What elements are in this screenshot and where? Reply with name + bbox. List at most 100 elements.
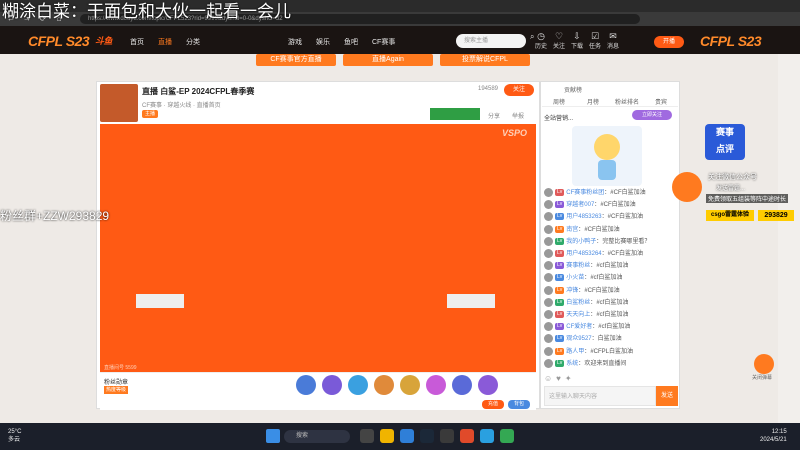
chat-username[interactable]: 系统 xyxy=(566,361,578,367)
nav-live[interactable]: 直播 xyxy=(158,37,172,47)
user-avatar[interactable] xyxy=(544,310,553,319)
fans-icon[interactable]: ♥ xyxy=(556,374,561,383)
floating-chat-label: 关闭弹幕 xyxy=(752,375,773,381)
download-icon[interactable]: ⇩ 下载 xyxy=(570,31,584,50)
fan-level: 热度等级 xyxy=(104,386,129,394)
nav-category[interactable]: 分类 xyxy=(186,37,200,47)
user-avatar[interactable] xyxy=(544,188,553,197)
chrome-icon[interactable] xyxy=(500,429,514,443)
user-avatar[interactable] xyxy=(544,200,553,210)
fan-badge: Lv xyxy=(555,323,565,331)
gift-icon[interactable] xyxy=(426,375,446,395)
taskview-icon[interactable] xyxy=(360,429,374,443)
cfpl-logo: CFPL S23 xyxy=(28,33,90,49)
app-icon[interactable] xyxy=(460,429,474,443)
user-avatar[interactable] xyxy=(544,273,553,283)
start-icon[interactable] xyxy=(266,429,280,443)
banner-button-2[interactable]: 直播Again xyxy=(343,54,433,66)
clock[interactable]: 12:15 2024/5/21 xyxy=(760,428,787,444)
gift-icon[interactable] xyxy=(348,375,368,395)
app-icon[interactable] xyxy=(440,429,454,443)
chat-message: Lv 观众9527：白鲨加油 xyxy=(544,334,678,345)
banner-button-3[interactable]: 投票解说CFPL xyxy=(440,54,530,66)
nav-game[interactable]: 游戏 xyxy=(288,37,302,47)
user-avatar[interactable] xyxy=(544,249,553,258)
user-avatar[interactable] xyxy=(544,212,553,222)
user-avatar[interactable] xyxy=(544,297,553,307)
emoji-icon[interactable]: ☺ xyxy=(544,374,552,383)
chat-username[interactable]: 穿越者007 xyxy=(566,202,594,208)
tab-week[interactable]: 周榜 xyxy=(542,97,576,106)
gift-icon[interactable] xyxy=(478,375,498,395)
nav-home[interactable]: 首页 xyxy=(130,37,144,47)
nav-cf-event[interactable]: CF赛事 xyxy=(372,37,395,47)
gift-mini-icon[interactable]: ✦ xyxy=(565,374,572,383)
follow-button[interactable]: 关注 xyxy=(504,84,534,96)
nav-yuba[interactable]: 鱼吧 xyxy=(344,37,358,47)
chat-username[interactable]: 小火苗 xyxy=(566,275,584,281)
chat-tools: ☺ ♥ ✦ xyxy=(544,374,572,383)
streamer-avatar[interactable] xyxy=(100,84,138,122)
steam-icon[interactable] xyxy=(420,429,434,443)
follow-icon[interactable]: ♡ 关注 xyxy=(552,31,566,50)
user-avatar[interactable] xyxy=(544,334,553,344)
search-input[interactable]: 搜索主播 xyxy=(456,34,526,48)
tab-vip[interactable]: 贵宾 xyxy=(644,97,678,106)
tab-fans[interactable]: 粉丝排名 xyxy=(610,97,644,106)
user-avatar[interactable] xyxy=(544,346,553,356)
nav-entertain[interactable]: 娱乐 xyxy=(316,37,330,47)
message-icon[interactable]: ✉ 消息 xyxy=(606,31,620,50)
backpack-button[interactable]: 背包 xyxy=(508,400,530,409)
gift-icon[interactable] xyxy=(400,375,420,395)
chat-input[interactable]: 这里输入聊天内容 xyxy=(544,386,656,406)
video-player[interactable] xyxy=(100,124,536,372)
announce-button[interactable]: 立即关注 xyxy=(632,110,672,120)
banner-button-1[interactable]: CF赛事官方直播 xyxy=(256,54,336,66)
history-icon[interactable]: ◷ 历史 xyxy=(534,31,548,50)
chat-username[interactable]: 我的小鸭子 xyxy=(566,239,596,245)
gift-icon[interactable] xyxy=(374,375,394,395)
chat-username[interactable]: 用户4853264 xyxy=(566,251,601,257)
chat-username[interactable]: 路人甲 xyxy=(566,349,584,355)
app-icon[interactable] xyxy=(480,429,494,443)
chat-username[interactable]: 冲锋 xyxy=(566,288,578,294)
report-button[interactable]: 举报 xyxy=(512,111,524,120)
taskbar-search[interactable]: 搜索 xyxy=(284,430,350,443)
tab-month[interactable]: 月榜 xyxy=(576,97,610,106)
chat-username[interactable]: 赛事粉丝 xyxy=(566,263,590,269)
chat-username[interactable]: 观众9527 xyxy=(566,336,591,342)
user-avatar[interactable] xyxy=(544,236,553,246)
activity-icon[interactable] xyxy=(672,172,702,202)
chat-tabs: 周榜 月榜 粉丝排名 贵宾 xyxy=(542,97,678,107)
user-avatar[interactable] xyxy=(544,285,553,295)
chat-username[interactable]: CF爱好者 xyxy=(566,324,592,330)
start-live-button[interactable]: 开播 xyxy=(654,36,684,48)
csgo-button[interactable]: csgo雷霆体验 xyxy=(706,210,754,221)
floating-chat-button[interactable] xyxy=(754,354,774,374)
user-avatar[interactable] xyxy=(544,261,553,271)
user-avatar[interactable] xyxy=(544,224,553,234)
explorer-icon[interactable] xyxy=(380,429,394,443)
chat-username[interactable]: 白鲨粉丝 xyxy=(566,300,590,306)
chat-username[interactable]: 用户4853263 xyxy=(566,214,601,220)
gift-icon[interactable] xyxy=(322,375,342,395)
weather-widget[interactable]: 25°C 多云 xyxy=(8,428,21,444)
edge-icon[interactable] xyxy=(400,429,414,443)
send-button[interactable]: 发送 xyxy=(656,386,678,406)
site-logo[interactable]: 斗鱼 xyxy=(95,34,113,47)
event-review-badge[interactable]: 赛事 点评 xyxy=(705,124,745,160)
chat-username[interactable]: 天天向上 xyxy=(566,312,590,318)
chat-message: Lv 南宫：#CF白鲨加油 xyxy=(544,224,678,236)
chat-announce: 全站营销... xyxy=(544,116,574,122)
share-button[interactable]: 分享 xyxy=(488,111,500,120)
user-avatar[interactable] xyxy=(544,322,553,332)
recharge-button[interactable]: 充值 xyxy=(482,400,504,409)
user-avatar[interactable] xyxy=(544,358,553,368)
task-icon[interactable]: ☑ 任务 xyxy=(588,31,602,50)
chat-text: 白鲨加油 xyxy=(597,336,622,343)
chat-username[interactable]: CF赛事粉丝团 xyxy=(566,190,604,196)
gift-icon[interactable] xyxy=(296,375,316,395)
gift-icon[interactable] xyxy=(452,375,472,395)
chat-text: #CF白鲨加油 xyxy=(607,214,643,221)
chat-username[interactable]: 南宫 xyxy=(566,227,578,233)
